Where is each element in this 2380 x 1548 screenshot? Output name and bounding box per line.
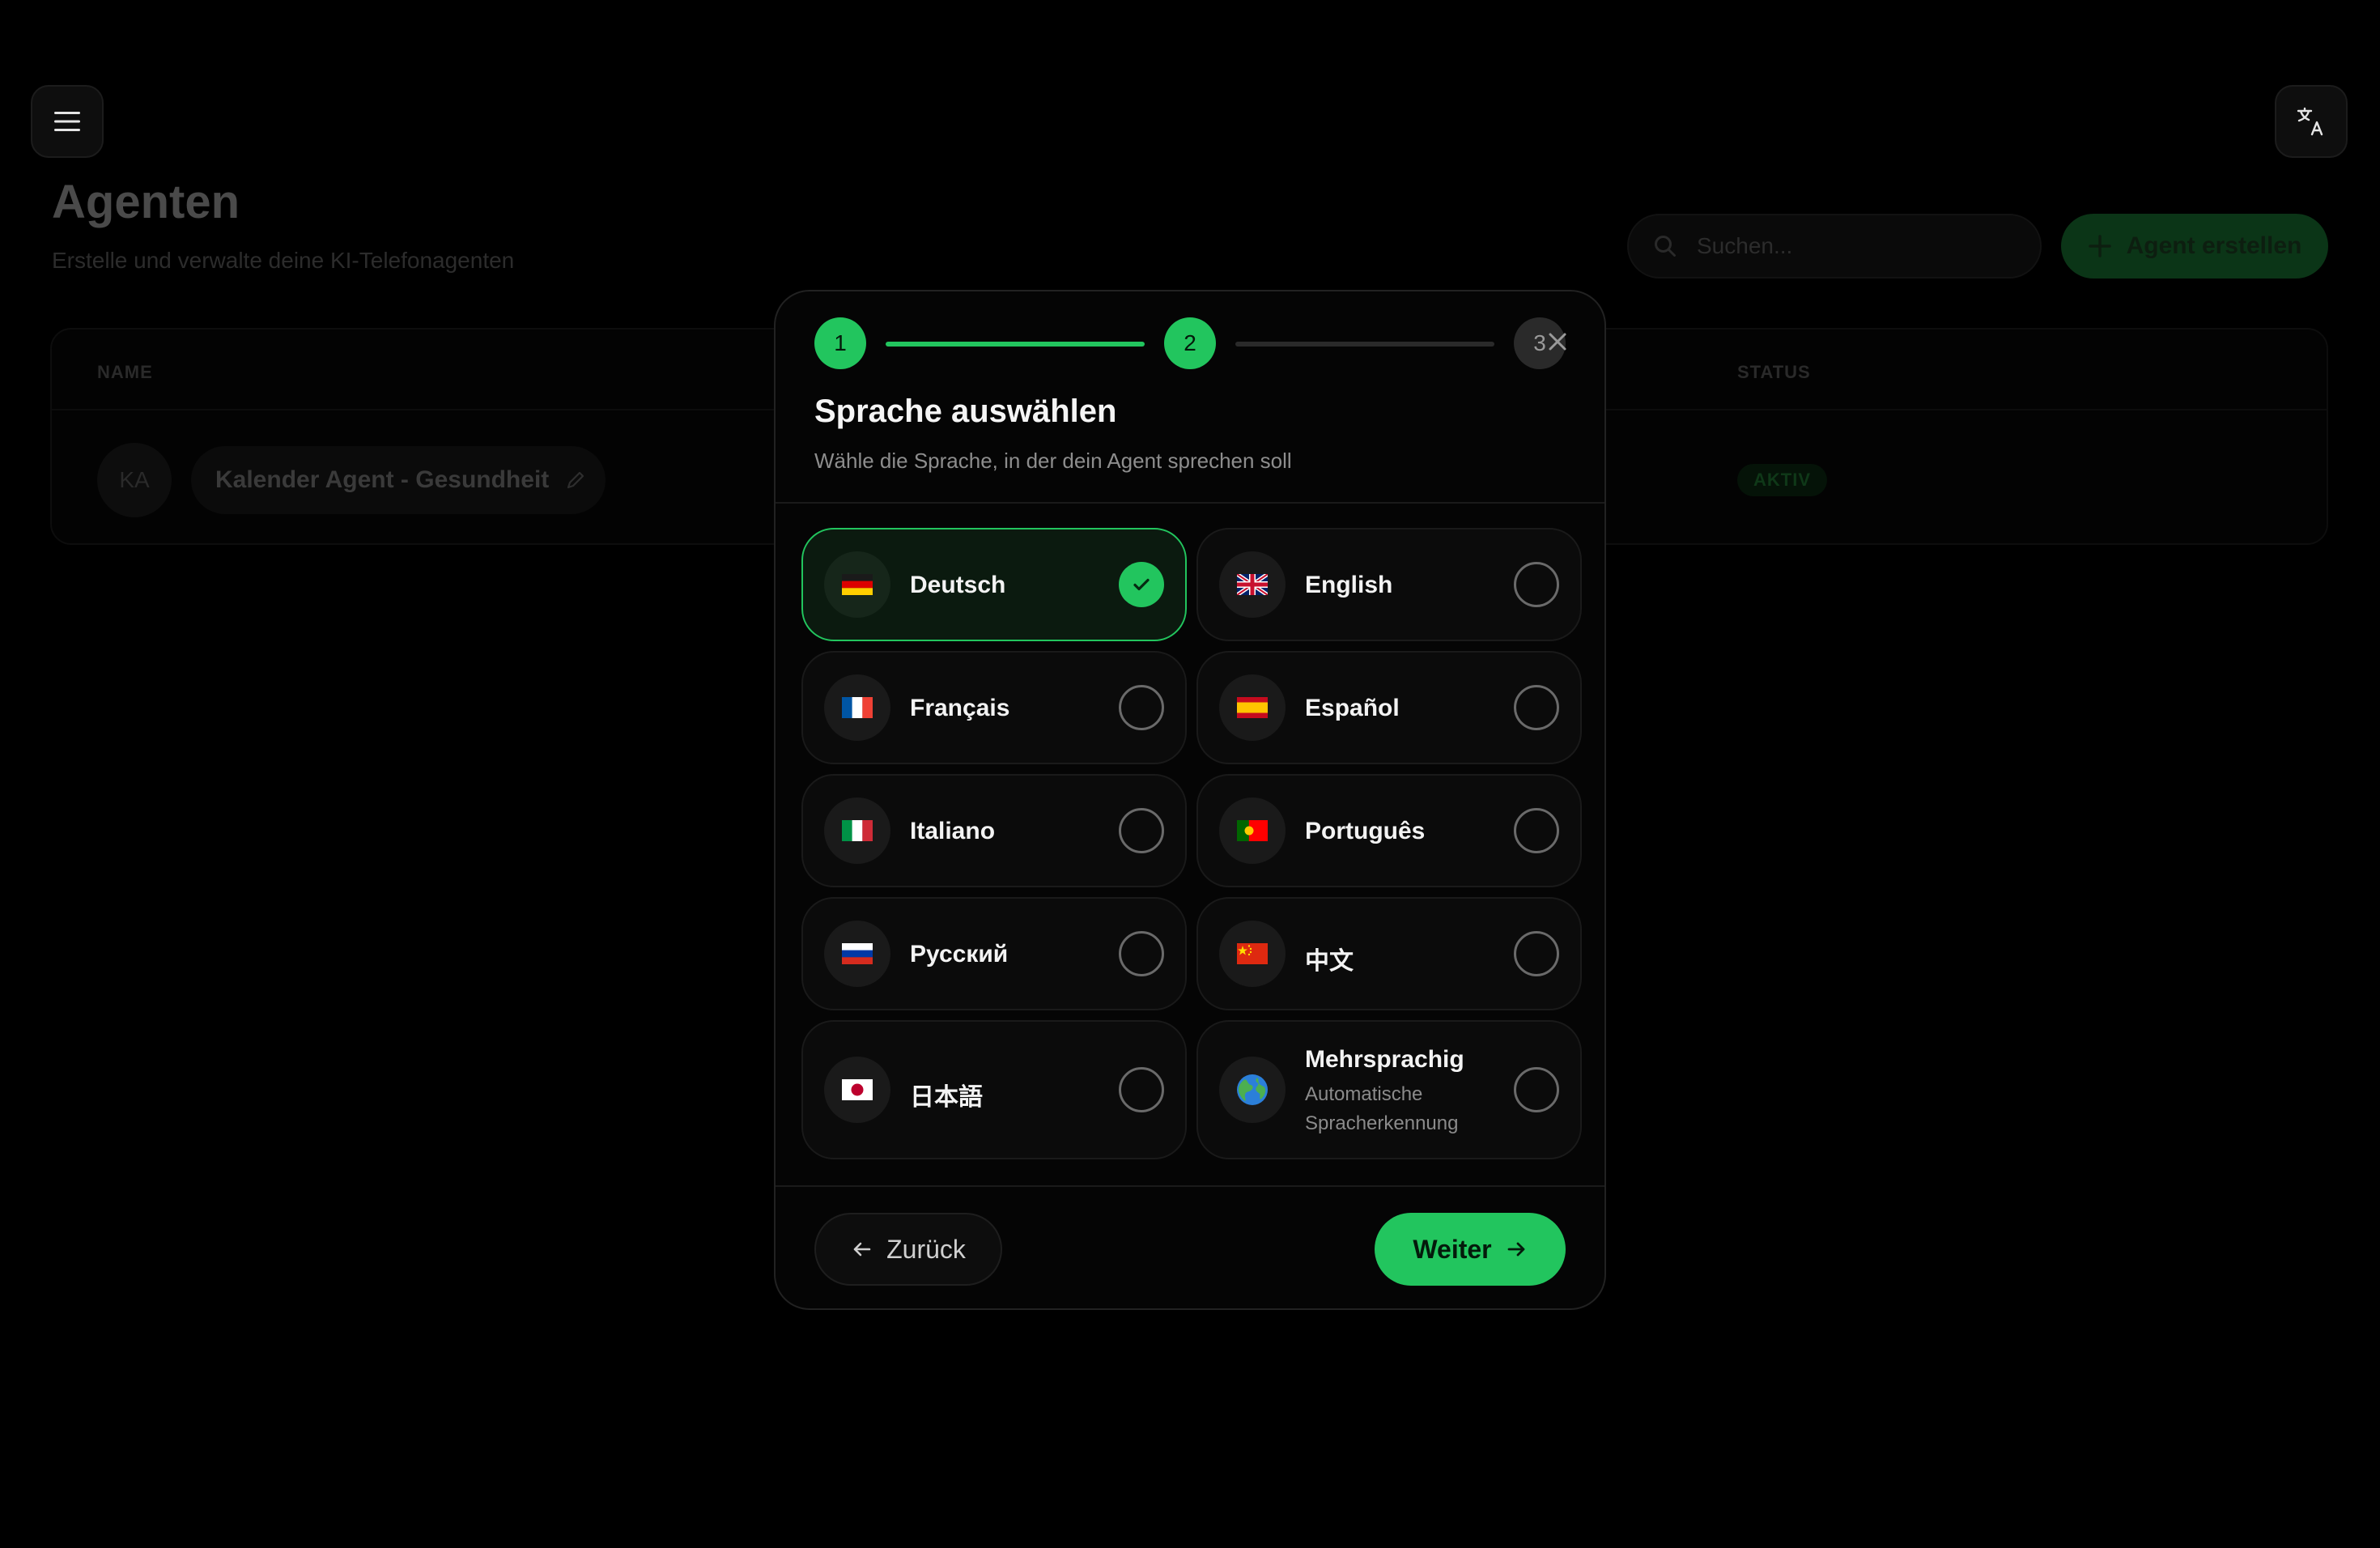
header-divider <box>776 502 1604 504</box>
radio-unchecked[interactable] <box>1514 931 1559 976</box>
search-icon <box>1655 236 1676 257</box>
language-option-english[interactable]: English <box>1196 528 1582 641</box>
radio-unchecked[interactable] <box>1119 685 1164 730</box>
step-1: 1 <box>814 317 866 369</box>
language-label: Français <box>910 695 1010 721</box>
language-option-japanese[interactable]: 日本語 <box>801 1020 1187 1159</box>
globe-icon <box>1219 1057 1286 1123</box>
arrow-right-icon <box>1507 1242 1525 1257</box>
language-label: Mehrsprachig <box>1305 1046 1464 1073</box>
check-icon <box>1133 578 1150 591</box>
language-option-espanol[interactable]: Español <box>1196 651 1582 764</box>
radio-unchecked[interactable] <box>1119 808 1164 853</box>
next-label: Weiter <box>1413 1234 1492 1264</box>
language-label: Italiano <box>910 818 996 844</box>
step-connector-1 <box>886 342 1145 347</box>
agent-name: Kalender Agent - Gesundheit <box>215 466 550 493</box>
modal-subtitle: Wähle die Sprache, in der dein Agent spr… <box>814 449 1292 473</box>
radio-unchecked[interactable] <box>1514 1067 1559 1112</box>
back-label: Zurück <box>886 1234 966 1264</box>
create-agent-label: Agent erstellen <box>2126 232 2302 259</box>
menu-button[interactable] <box>31 85 104 158</box>
language-select-modal: 1 2 3 Sprache auswählen Wähle die Sprach… <box>774 290 1606 1310</box>
flag-gb-icon <box>1219 551 1286 618</box>
modal-title: Sprache auswählen <box>814 393 1117 429</box>
column-header-status: STATUS <box>1737 362 1811 382</box>
column-header-name: NAME <box>97 362 153 382</box>
page-subtitle: Erstelle und verwalte deine KI-Telefonag… <box>52 248 515 273</box>
language-label: 中文 <box>1305 948 1354 975</box>
language-label: Español <box>1305 695 1400 721</box>
plus-icon <box>2088 235 2111 257</box>
flag-de-icon <box>824 551 890 618</box>
flag-fr-icon <box>824 674 890 741</box>
flag-it-icon <box>824 797 890 864</box>
radio-unchecked[interactable] <box>1514 685 1559 730</box>
pencil-icon[interactable] <box>565 470 586 491</box>
step-connector-2 <box>1235 342 1494 347</box>
flag-es-icon <box>1219 674 1286 741</box>
language-option-portugues[interactable]: Português <box>1196 774 1582 887</box>
language-label: Deutsch <box>910 572 1006 598</box>
language-label: Русский <box>910 941 1009 968</box>
language-label: Português <box>1305 818 1426 844</box>
radio-unchecked[interactable] <box>1514 562 1559 607</box>
status-badge: AKTIV <box>1737 464 1827 496</box>
language-description: Automatische Spracherkennung <box>1305 1083 1459 1134</box>
close-icon[interactable] <box>1543 327 1572 356</box>
hamburger-icon <box>54 112 80 131</box>
footer-divider <box>776 1185 1604 1187</box>
radio-unchecked[interactable] <box>1119 1067 1164 1112</box>
language-option-deutsch[interactable]: Deutsch <box>801 528 1187 641</box>
language-button[interactable] <box>2275 85 2348 158</box>
search-input[interactable] <box>1695 232 2006 260</box>
language-option-francais[interactable]: Français <box>801 651 1187 764</box>
create-agent-button[interactable]: Agent erstellen <box>2061 214 2328 279</box>
translate-icon <box>2297 107 2323 136</box>
flag-jp-icon <box>824 1057 890 1123</box>
back-button[interactable]: Zurück <box>814 1213 1002 1286</box>
language-label: English <box>1305 572 1393 598</box>
agent-name-pill[interactable]: Kalender Agent - Gesundheit <box>191 446 606 514</box>
language-option-russkiy[interactable]: Русский <box>801 897 1187 1010</box>
flag-pt-icon <box>1219 797 1286 864</box>
arrow-left-icon <box>853 1242 871 1257</box>
language-option-multilingual[interactable]: Mehrsprachig Automatische Spracherkennun… <box>1196 1020 1582 1159</box>
radio-unchecked[interactable] <box>1119 931 1164 976</box>
search-box[interactable] <box>1627 214 2042 279</box>
avatar: KA <box>97 443 172 517</box>
page-title: Agenten <box>52 176 240 228</box>
language-option-italiano[interactable]: Italiano <box>801 774 1187 887</box>
step-2: 2 <box>1164 317 1216 369</box>
next-button[interactable]: Weiter <box>1375 1213 1566 1286</box>
flag-cn-icon <box>1219 921 1286 987</box>
radio-checked[interactable] <box>1119 562 1164 607</box>
language-label: 日本語 <box>910 1084 983 1111</box>
flag-ru-icon <box>824 921 890 987</box>
language-option-chinese[interactable]: 中文 <box>1196 897 1582 1010</box>
radio-unchecked[interactable] <box>1514 808 1559 853</box>
